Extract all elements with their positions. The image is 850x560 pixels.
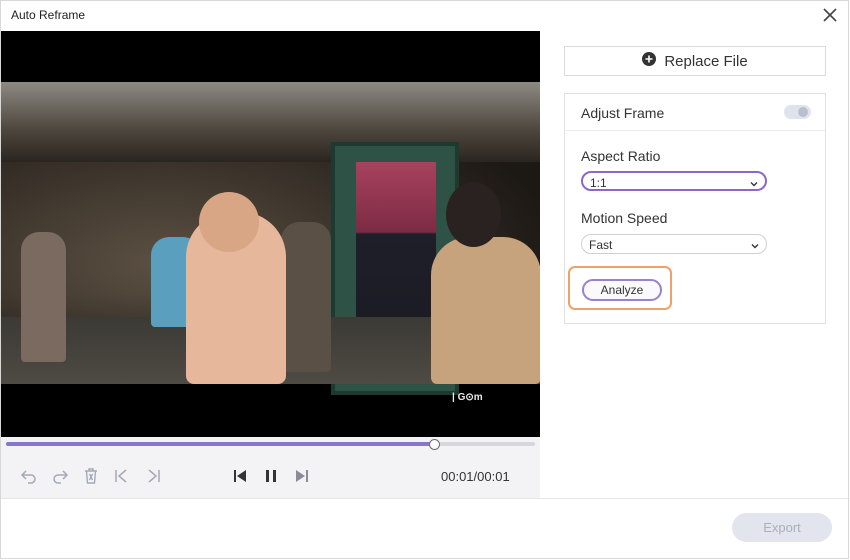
progress-thumb[interactable] — [429, 439, 441, 450]
motion-speed-label: Motion Speed — [581, 210, 668, 226]
video-preview[interactable]: | G⊙m — [1, 31, 540, 437]
auto-reframe-window: Auto Reframe | G⊙m 00:01/00:01 Replace F… — [0, 0, 850, 559]
skip-forward-icon[interactable] — [293, 467, 311, 485]
playback-time: 00:01/00:01 — [441, 469, 510, 484]
skip-back-icon[interactable] — [231, 467, 249, 485]
playback-progress[interactable] — [6, 439, 535, 450]
analyze-button[interactable]: Analyze — [582, 279, 662, 301]
adjust-frame-header: Adjust Frame — [565, 94, 825, 131]
mark-in-icon[interactable] — [113, 467, 131, 485]
mark-out-icon[interactable] — [144, 467, 162, 485]
close-icon[interactable] — [822, 7, 838, 23]
aspect-ratio-label: Aspect Ratio — [581, 148, 661, 164]
window-title: Auto Reframe — [11, 8, 86, 22]
footer-divider — [1, 498, 850, 499]
pause-icon[interactable] — [262, 467, 280, 485]
aspect-ratio-value: 1:1 — [590, 176, 607, 190]
adjust-frame-panel: Adjust Frame Aspect Ratio 1:1 Motion Spe… — [564, 93, 826, 324]
preview-pane: | G⊙m 00:01/00:01 — [1, 31, 540, 498]
export-button[interactable]: Export — [732, 513, 832, 542]
title-bar: Auto Reframe — [1, 1, 848, 31]
undo-icon[interactable] — [20, 467, 38, 485]
chevron-down-icon — [749, 176, 759, 187]
chevron-down-icon — [750, 238, 760, 249]
aspect-ratio-select[interactable]: 1:1 — [581, 171, 767, 191]
redo-icon[interactable] — [51, 467, 69, 485]
analyze-highlight: Analyze — [568, 266, 672, 310]
toggle-knob — [798, 107, 808, 117]
delete-icon[interactable] — [82, 467, 100, 485]
playback-controls: 00:01/00:01 — [1, 461, 540, 491]
adjust-frame-toggle[interactable] — [784, 105, 811, 119]
video-watermark: | G⊙m — [452, 392, 483, 403]
progress-fill — [6, 442, 435, 446]
add-circle-icon — [642, 52, 657, 70]
motion-speed-select[interactable]: Fast — [581, 234, 767, 254]
replace-file-label: Replace File — [664, 52, 748, 70]
video-frame: | G⊙m — [1, 82, 540, 403]
motion-speed-value: Fast — [589, 238, 613, 252]
adjust-frame-label: Adjust Frame — [581, 105, 665, 121]
replace-file-button[interactable]: Replace File — [564, 46, 826, 76]
